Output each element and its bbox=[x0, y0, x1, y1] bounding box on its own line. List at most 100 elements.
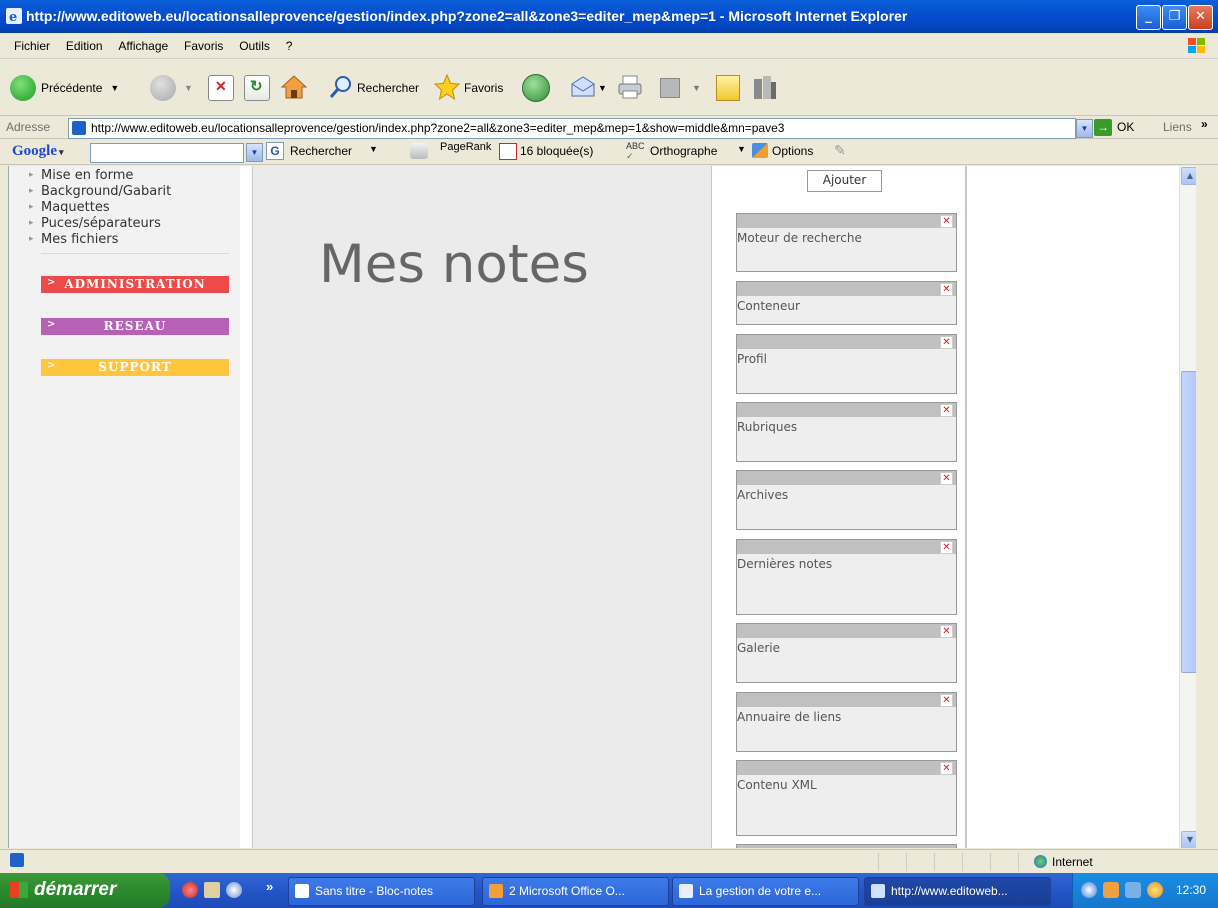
widget-header[interactable]: ✕ bbox=[737, 761, 956, 775]
section-administration[interactable]: > ADMINISTRATION bbox=[41, 276, 229, 293]
go-button[interactable]: OK bbox=[1117, 120, 1134, 134]
mail-dropdown-icon[interactable]: ▼ bbox=[598, 83, 607, 93]
close-icon[interactable]: ✕ bbox=[940, 694, 953, 707]
google-search-icon[interactable]: G bbox=[266, 142, 284, 160]
chevron-right-icon[interactable]: » bbox=[1201, 117, 1208, 131]
task-ie[interactable]: http://www.editoweb... bbox=[864, 877, 1051, 906]
nav-link-maquettes[interactable]: ▸ Maquettes bbox=[29, 200, 110, 215]
widget-box[interactable]: ✕ Rubriques bbox=[736, 402, 957, 462]
research-button[interactable] bbox=[752, 68, 778, 108]
widget-box[interactable]: ✕ Conteneur bbox=[736, 281, 957, 325]
widget-header[interactable]: ✕ bbox=[737, 214, 956, 228]
widget-header[interactable]: ✕ bbox=[737, 624, 956, 638]
quicklaunch-expand-icon[interactable]: » bbox=[266, 879, 273, 894]
clock[interactable]: 12:30 bbox=[1176, 883, 1206, 897]
maximize-button[interactable]: ❐ bbox=[1162, 5, 1187, 30]
widget-header[interactable] bbox=[737, 845, 956, 848]
options-button[interactable]: Options bbox=[772, 144, 813, 158]
menu-outils[interactable]: Outils bbox=[233, 33, 276, 53]
home-button[interactable] bbox=[280, 68, 308, 108]
close-icon[interactable]: ✕ bbox=[940, 541, 953, 554]
mail-button[interactable]: ▼ bbox=[570, 68, 607, 108]
google-search-dropdown-arrow[interactable]: ▼ bbox=[369, 144, 378, 154]
print-button[interactable] bbox=[616, 68, 644, 108]
google-search-input[interactable] bbox=[90, 143, 244, 163]
widget-box[interactable]: ✕ Profil bbox=[736, 334, 957, 394]
close-icon[interactable]: ✕ bbox=[940, 215, 953, 228]
tray-network-icon[interactable] bbox=[1125, 882, 1141, 898]
minimize-button[interactable]: _ bbox=[1136, 5, 1161, 30]
nav-link-mes-fichiers[interactable]: ▸ Mes fichiers bbox=[29, 232, 118, 247]
quicklaunch-media-icon[interactable] bbox=[226, 882, 242, 898]
widget-header[interactable]: ✕ bbox=[737, 471, 956, 485]
widget-header[interactable]: ✕ bbox=[737, 540, 956, 554]
stop-button[interactable]: ✕ bbox=[208, 68, 234, 108]
widget-box[interactable]: ✕ Moteur de recherche bbox=[736, 213, 957, 272]
news-icon[interactable] bbox=[410, 143, 428, 159]
close-icon[interactable]: ✕ bbox=[940, 472, 953, 485]
menu-help[interactable]: ? bbox=[280, 33, 299, 53]
widget-header[interactable]: ✕ bbox=[737, 335, 956, 349]
nav-link-mise-en-forme[interactable]: ▸ Mise en forme bbox=[29, 168, 133, 183]
back-button[interactable]: Précédente ▼ bbox=[10, 68, 119, 108]
tray-office-icon[interactable] bbox=[1103, 882, 1119, 898]
menu-edition[interactable]: Edition bbox=[60, 33, 109, 53]
forward-dropdown-icon[interactable]: ▼ bbox=[184, 83, 193, 93]
favorites-button[interactable]: Favoris bbox=[433, 68, 503, 108]
menu-fichier[interactable]: Fichier bbox=[8, 33, 56, 53]
close-icon[interactable]: ✕ bbox=[940, 625, 953, 638]
quicklaunch-folder-icon[interactable] bbox=[204, 882, 220, 898]
menu-favoris[interactable]: Favoris bbox=[178, 33, 229, 53]
start-button[interactable]: démarrer bbox=[0, 873, 170, 908]
links-label[interactable]: Liens bbox=[1163, 120, 1192, 134]
close-icon[interactable]: ✕ bbox=[940, 283, 953, 296]
tray-messenger-icon[interactable] bbox=[1147, 882, 1163, 898]
discuss-button[interactable] bbox=[716, 68, 740, 108]
tray-expand-icon[interactable] bbox=[1081, 882, 1097, 898]
task-word[interactable]: La gestion de votre e... bbox=[672, 877, 859, 906]
spellcheck-button[interactable]: Orthographe bbox=[650, 144, 717, 158]
task-notepad[interactable]: Sans titre - Bloc-notes bbox=[288, 877, 475, 906]
google-search-dropdown-icon[interactable]: ▼ bbox=[246, 143, 263, 162]
forward-button[interactable]: ▼ bbox=[150, 68, 193, 108]
edit-dropdown-icon[interactable]: ▼ bbox=[692, 83, 701, 93]
google-search-button[interactable]: Rechercher bbox=[290, 144, 352, 158]
address-dropdown-icon[interactable]: ▼ bbox=[1076, 119, 1093, 138]
widget-box[interactable]: ✕ Dernières notes bbox=[736, 539, 957, 615]
history-button[interactable] bbox=[522, 68, 550, 108]
widget-box[interactable]: ✕ Contenu XML bbox=[736, 760, 957, 836]
widget-box[interactable]: ✕ Annuaire de liens bbox=[736, 692, 957, 752]
menu-affichage[interactable]: Affichage bbox=[112, 33, 174, 53]
nav-link-puces[interactable]: ▸ Puces/séparateurs bbox=[29, 216, 161, 231]
back-dropdown-icon[interactable]: ▼ bbox=[110, 83, 119, 93]
quicklaunch-firefox-icon[interactable] bbox=[182, 882, 198, 898]
search-button[interactable]: Rechercher bbox=[328, 68, 419, 108]
widget-box[interactable]: ✕ Archives bbox=[736, 470, 957, 530]
close-icon[interactable]: ✕ bbox=[940, 404, 953, 417]
widget-box[interactable] bbox=[736, 844, 957, 848]
close-icon[interactable]: ✕ bbox=[940, 762, 953, 775]
section-reseau[interactable]: > RESEAU bbox=[41, 318, 229, 335]
close-button[interactable]: ✕ bbox=[1188, 5, 1213, 30]
refresh-button[interactable]: ↻ bbox=[244, 68, 270, 108]
google-menu-icon[interactable]: ▾ bbox=[59, 147, 64, 157]
google-logo[interactable]: Google ▾ bbox=[12, 143, 64, 160]
section-support[interactable]: > SUPPORT bbox=[41, 359, 229, 376]
popup-blocked-count[interactable]: 16 bloquée(s) bbox=[520, 144, 593, 158]
close-icon[interactable]: ✕ bbox=[940, 336, 953, 349]
widget-box[interactable]: ✕ Galerie bbox=[736, 623, 957, 683]
spellcheck-dropdown-icon[interactable]: ▼ bbox=[737, 144, 746, 154]
widget-header[interactable]: ✕ bbox=[737, 403, 956, 417]
go-arrow-icon[interactable]: → bbox=[1094, 119, 1112, 136]
highlight-pen-icon[interactable]: ✎ bbox=[834, 142, 846, 159]
vertical-scrollbar[interactable]: ▲ ▼ bbox=[1179, 166, 1196, 848]
add-widget-button[interactable]: Ajouter bbox=[807, 170, 882, 192]
widget-header[interactable]: ✕ bbox=[737, 282, 956, 296]
widget-header[interactable]: ✕ bbox=[737, 693, 956, 707]
nav-link-background[interactable]: ▸ Background/Gabarit bbox=[29, 184, 171, 199]
scroll-up-icon[interactable]: ▲ bbox=[1181, 167, 1196, 185]
scroll-down-icon[interactable]: ▼ bbox=[1181, 831, 1196, 848]
scrollbar-thumb[interactable] bbox=[1181, 371, 1196, 673]
pagerank-indicator[interactable]: PageRank bbox=[440, 141, 491, 153]
edit-button[interactable]: ▼ bbox=[660, 68, 701, 108]
